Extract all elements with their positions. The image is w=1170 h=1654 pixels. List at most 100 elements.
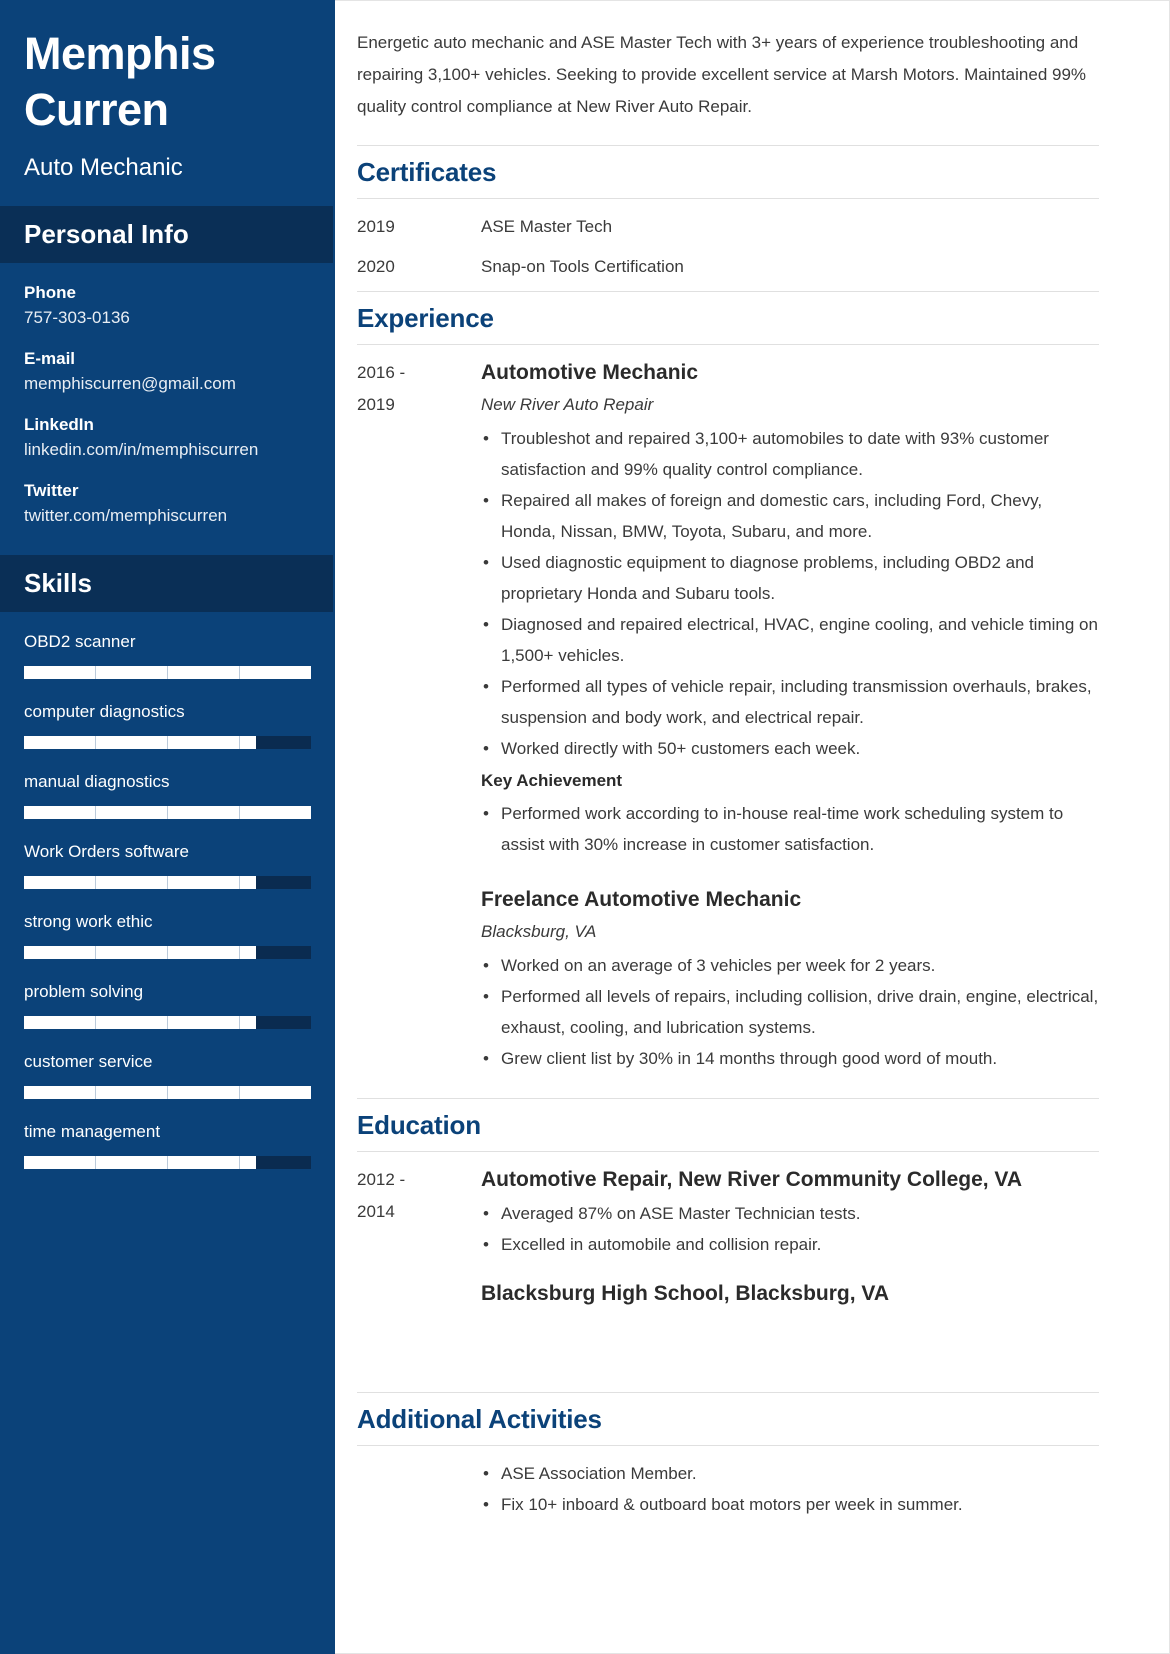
experience-entry-body: Freelance Automotive Mechanic Blacksburg… bbox=[481, 884, 1099, 1074]
certificate-row: 2019 ASE Master Tech bbox=[357, 211, 1099, 243]
skill-bar bbox=[24, 876, 311, 889]
certificate-year: 2019 bbox=[357, 217, 395, 236]
experience-rows: 2016 - 2019 Automotive Mechanic New Rive… bbox=[357, 345, 1099, 1092]
skill-bar bbox=[24, 946, 311, 959]
skill-item: time management bbox=[24, 1120, 311, 1169]
bullet-item: Repaired all makes of foreign and domest… bbox=[481, 485, 1099, 547]
education-degree: Automotive Repair, New River Community C… bbox=[481, 1168, 1023, 1191]
section-title-education: Education bbox=[357, 1098, 1099, 1152]
section-certificates: Certificates 2019 ASE Master Tech 2020 S… bbox=[357, 145, 1099, 283]
professional-summary: Energetic auto mechanic and ASE Master T… bbox=[357, 33, 1087, 116]
skill-label: OBD2 scanner bbox=[24, 632, 136, 651]
candidate-job-title: Auto Mechanic bbox=[24, 154, 183, 181]
experience-entry-body: Automotive Mechanic New River Auto Repai… bbox=[481, 357, 1099, 860]
skill-item: OBD2 scanner bbox=[24, 630, 311, 679]
skill-bar bbox=[24, 1016, 311, 1029]
certificate-name: Snap-on Tools Certification bbox=[481, 257, 684, 276]
bullet-item: Diagnosed and repaired electrical, HVAC,… bbox=[481, 609, 1099, 671]
contact-item-linkedin: LinkedIn linkedin.com/in/memphiscurren bbox=[24, 413, 309, 463]
skill-bar-fill bbox=[24, 946, 257, 959]
bullet-item: Used diagnostic equipment to diagnose pr… bbox=[481, 547, 1099, 609]
bullet-item: Averaged 87% on ASE Master Technician te… bbox=[481, 1198, 1099, 1229]
bullet-item: Grew client list by 30% in 14 months thr… bbox=[481, 1043, 1099, 1074]
skill-label: time management bbox=[24, 1122, 161, 1141]
skill-bar-fill bbox=[24, 1156, 257, 1169]
skill-item: customer service bbox=[24, 1050, 311, 1099]
certificates-rows: 2019 ASE Master Tech 2020 Snap-on Tools … bbox=[357, 199, 1099, 283]
resume-page: Memphis Curren Auto Mechanic Personal In… bbox=[0, 0, 1170, 1654]
skills-list: OBD2 scanner computer diagnostics manual… bbox=[0, 612, 333, 1169]
experience-entry: Freelance Automotive Mechanic Blacksburg… bbox=[357, 884, 1099, 1092]
skill-bar-fill bbox=[24, 1016, 257, 1029]
contact-item-email: E-mail memphiscurren@gmail.com bbox=[24, 347, 309, 397]
section-additional-activities: Additional Activities ASE Association Me… bbox=[357, 1392, 1099, 1520]
key-achievement-bullets: Performed work according to in-house rea… bbox=[481, 798, 1099, 860]
section-title-additional-activities: Additional Activities bbox=[357, 1392, 1099, 1446]
section-title-certificates: Certificates bbox=[357, 145, 1099, 199]
contact-label: Twitter bbox=[24, 481, 79, 500]
contact-label: Phone bbox=[24, 283, 76, 302]
candidate-name: Memphis Curren bbox=[24, 28, 216, 135]
experience-job-title: Automotive Mechanic bbox=[481, 361, 699, 384]
experience-bullets: Worked on an average of 3 vehicles per w… bbox=[481, 950, 1099, 1074]
bullet-item: Worked on an average of 3 vehicles per w… bbox=[481, 950, 1099, 981]
certificate-name: ASE Master Tech bbox=[481, 217, 613, 236]
section-education: Education 2012 - 2014 Automotive Repair,… bbox=[357, 1098, 1099, 1328]
certificate-row: 2020 Snap-on Tools Certification bbox=[357, 251, 1099, 283]
section-title-experience: Experience bbox=[357, 291, 1099, 345]
additional-activities-bullets: ASE Association Member. Fix 10+ inboard … bbox=[481, 1458, 1099, 1520]
sidebar: Memphis Curren Auto Mechanic Personal In… bbox=[0, 0, 335, 1654]
skill-bar bbox=[24, 1086, 311, 1099]
contact-item-twitter: Twitter twitter.com/memphiscurren bbox=[24, 479, 309, 529]
skill-bar-fill bbox=[24, 736, 257, 749]
skill-label: customer service bbox=[24, 1052, 153, 1071]
key-achievement-label: Key Achievement bbox=[481, 771, 623, 790]
skill-label: problem solving bbox=[24, 982, 144, 1001]
contact-value-linkedin[interactable]: linkedin.com/in/memphiscurren bbox=[24, 437, 309, 463]
name-block: Memphis Curren Auto Mechanic bbox=[0, 0, 333, 206]
bullet-item: Troubleshot and repaired 3,100+ automobi… bbox=[481, 423, 1099, 485]
section-experience: Experience 2016 - 2019 Automotive Mechan… bbox=[357, 291, 1099, 1092]
experience-entry: 2016 - 2019 Automotive Mechanic New Rive… bbox=[357, 357, 1099, 878]
education-entry: 2012 - 2014 Automotive Repair, New River… bbox=[357, 1164, 1099, 1328]
certificate-year: 2020 bbox=[357, 257, 395, 276]
skill-bar-fill bbox=[24, 1086, 311, 1099]
education-rows: 2012 - 2014 Automotive Repair, New River… bbox=[357, 1152, 1099, 1328]
experience-date: 2016 - 2019 bbox=[357, 363, 406, 414]
bullet-item: Worked directly with 50+ customers each … bbox=[481, 733, 1099, 764]
contact-value-twitter[interactable]: twitter.com/memphiscurren bbox=[24, 503, 309, 529]
bullet-item: Fix 10+ inboard & outboard boat motors p… bbox=[481, 1489, 1099, 1520]
contact-label: LinkedIn bbox=[24, 415, 94, 434]
bullet-item: Excelled in automobile and collision rep… bbox=[481, 1229, 1099, 1260]
personal-info-heading: Personal Info bbox=[0, 206, 333, 263]
contact-value-phone[interactable]: 757-303-0136 bbox=[24, 305, 309, 331]
contact-list: Phone 757-303-0136 E-mail memphiscurren@… bbox=[0, 263, 333, 555]
skill-bar bbox=[24, 666, 311, 679]
skill-label: strong work ethic bbox=[24, 912, 153, 931]
skill-label: Work Orders software bbox=[24, 842, 190, 861]
skill-bar-fill bbox=[24, 806, 311, 819]
skill-item: manual diagnostics bbox=[24, 770, 311, 819]
experience-company: New River Auto Repair bbox=[481, 395, 654, 414]
bullet-item: Performed all levels of repairs, includi… bbox=[481, 981, 1099, 1043]
contact-label: E-mail bbox=[24, 349, 76, 368]
experience-bullets: Troubleshot and repaired 3,100+ automobi… bbox=[481, 423, 1099, 764]
education-bullets: Averaged 87% on ASE Master Technician te… bbox=[481, 1198, 1099, 1260]
skill-item: strong work ethic bbox=[24, 910, 311, 959]
main-content: Energetic auto mechanic and ASE Master T… bbox=[335, 0, 1170, 1654]
contact-item-phone: Phone 757-303-0136 bbox=[24, 281, 309, 331]
skill-item: computer diagnostics bbox=[24, 700, 311, 749]
experience-location: Blacksburg, VA bbox=[481, 922, 597, 941]
skill-bar-fill bbox=[24, 666, 311, 679]
skill-label: computer diagnostics bbox=[24, 702, 185, 721]
bullet-item: Performed work according to in-house rea… bbox=[481, 798, 1099, 860]
skill-bar bbox=[24, 736, 311, 749]
experience-job-title: Freelance Automotive Mechanic bbox=[481, 888, 802, 911]
bullet-item: Performed all types of vehicle repair, i… bbox=[481, 671, 1099, 733]
education-date: 2012 - 2014 bbox=[357, 1170, 406, 1221]
additional-activities-rows: ASE Association Member. Fix 10+ inboard … bbox=[357, 1446, 1099, 1520]
contact-value-email[interactable]: memphiscurren@gmail.com bbox=[24, 371, 309, 397]
bullet-item: ASE Association Member. bbox=[481, 1458, 1099, 1489]
education-secondary-school: Blacksburg High School, Blacksburg, VA bbox=[481, 1282, 890, 1305]
